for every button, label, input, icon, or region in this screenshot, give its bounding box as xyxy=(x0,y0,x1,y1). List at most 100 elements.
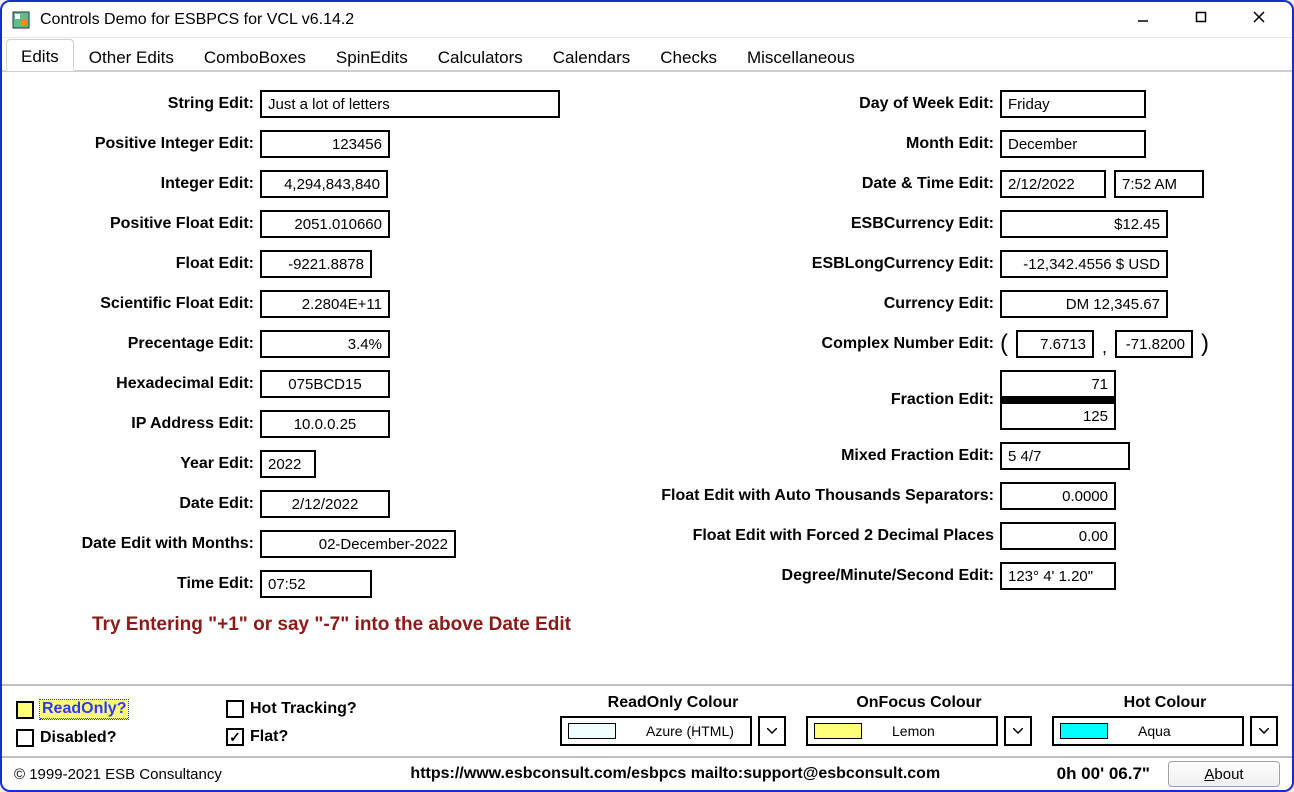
flat-label: Flat? xyxy=(250,728,288,746)
tab-calculators[interactable]: Calculators xyxy=(423,39,538,71)
readonly-checkbox[interactable] xyxy=(16,701,34,719)
hottracking-label: Hot Tracking? xyxy=(250,700,357,718)
esblongcurrency-edit[interactable]: -12,342.4556 $ USD xyxy=(1000,250,1168,278)
app-window: Controls Demo for ESBPCS for VCL v6.14.2… xyxy=(0,0,1294,792)
hot-colour-swatch xyxy=(1060,723,1108,739)
tab-comboboxes[interactable]: ComboBoxes xyxy=(189,39,321,71)
float-thousands-edit[interactable]: 0.0000 xyxy=(1000,482,1116,510)
label-int: Integer Edit: xyxy=(22,175,260,193)
label-pos-int: Positive Integer Edit: xyxy=(22,135,260,153)
label-float-thousands: Float Edit with Auto Thousands Separator… xyxy=(620,487,1000,505)
minimize-button[interactable] xyxy=(1114,2,1172,32)
label-dow: Day of Week Edit: xyxy=(620,95,1000,113)
hot-colour-value: Aqua xyxy=(1138,723,1171,739)
tab-edits[interactable]: Edits xyxy=(6,39,74,71)
tab-calendars[interactable]: Calendars xyxy=(538,39,646,71)
onfocus-colour-value: Lemon xyxy=(892,723,935,739)
label-pct: Precentage Edit: xyxy=(22,335,260,353)
footer-links[interactable]: https://www.esbconsult.com/esbpcs mailto… xyxy=(294,765,1057,783)
hex-edit[interactable]: 075BCD15 xyxy=(260,370,390,398)
hottracking-checkbox[interactable] xyxy=(226,700,244,718)
elapsed-timer: 0h 00' 06.7" xyxy=(1057,764,1150,784)
complex-real-edit[interactable]: 7.6713 xyxy=(1016,330,1094,358)
disabled-label: Disabled? xyxy=(40,729,116,747)
hot-colour-combo[interactable]: Aqua xyxy=(1052,716,1278,746)
readonly-colour-value: Azure (HTML) xyxy=(646,723,734,739)
tab-checks[interactable]: Checks xyxy=(645,39,732,71)
currency-edit[interactable]: DM 12,345.67 xyxy=(1000,290,1168,318)
copyright: © 1999-2021 ESB Consultancy xyxy=(14,766,294,783)
close-button[interactable] xyxy=(1230,2,1288,32)
maximize-button[interactable] xyxy=(1172,2,1230,32)
positive-float-edit[interactable]: 2051.010660 xyxy=(260,210,390,238)
label-hex: Hexadecimal Edit: xyxy=(22,375,260,393)
tab-spinedits[interactable]: SpinEdits xyxy=(321,39,423,71)
float-edit[interactable]: -9221.8878 xyxy=(260,250,372,278)
tab-other-edits[interactable]: Other Edits xyxy=(74,39,189,71)
close-paren: ) xyxy=(1201,330,1209,358)
string-edit[interactable]: Just a lot of letters xyxy=(260,90,560,118)
label-mixed-fraction: Mixed Fraction Edit: xyxy=(620,447,1000,465)
float-2dp-edit[interactable]: 0.00 xyxy=(1000,522,1116,550)
year-edit[interactable]: 2022 xyxy=(260,450,316,478)
window-title: Controls Demo for ESBPCS for VCL v6.14.2 xyxy=(40,11,1114,29)
window-controls xyxy=(1114,2,1288,37)
app-icon xyxy=(12,11,30,29)
label-sci: Scientific Float Edit: xyxy=(22,295,260,313)
day-of-week-edit[interactable]: Friday xyxy=(1000,90,1146,118)
label-year: Year Edit: xyxy=(22,455,260,473)
flat-checkbox[interactable]: ✓ xyxy=(226,728,244,746)
readonly-label: ReadOnly? xyxy=(40,700,128,719)
form-area: String Edit: Just a lot of letters Posit… xyxy=(2,72,1292,684)
label-float-2dp: Float Edit with Forced 2 Decimal Places xyxy=(620,527,1000,545)
tab-miscellaneous[interactable]: Miscellaneous xyxy=(732,39,870,71)
readonly-colour-swatch xyxy=(568,723,616,739)
label-currency: Currency Edit: xyxy=(620,295,1000,313)
label-datetime: Date & Time Edit: xyxy=(620,175,1000,193)
hot-colour-caption: Hot Colour xyxy=(1124,694,1207,712)
fraction-numerator-edit[interactable]: 71 xyxy=(1000,370,1116,398)
complex-imag-edit[interactable]: -71.8200 xyxy=(1115,330,1193,358)
label-ip: IP Address Edit: xyxy=(22,415,260,433)
label-time: Time Edit: xyxy=(22,575,260,593)
label-esblongcurrency: ESBLongCurrency Edit: xyxy=(620,255,1000,273)
onfocus-colour-swatch xyxy=(814,723,862,739)
datetime-date-edit[interactable]: 2/12/2022 xyxy=(1000,170,1106,198)
integer-edit[interactable]: 4,294,843,840 xyxy=(260,170,388,198)
percentage-edit[interactable]: 3.4% xyxy=(260,330,390,358)
disabled-checkbox[interactable] xyxy=(16,729,34,747)
month-edit[interactable]: December xyxy=(1000,130,1146,158)
onfocus-colour-dropdown[interactable] xyxy=(1004,716,1032,746)
tab-bar: Edits Other Edits ComboBoxes SpinEdits C… xyxy=(2,38,1292,72)
scientific-float-edit[interactable]: 2.2804E+11 xyxy=(260,290,390,318)
fraction-denominator-edit[interactable]: 125 xyxy=(1000,402,1116,430)
options-panel: ReadOnly? Disabled? Hot Tracking? ✓ Flat… xyxy=(2,684,1292,756)
positive-integer-edit[interactable]: 123456 xyxy=(260,130,390,158)
ip-edit[interactable]: 10.0.0.25 xyxy=(260,410,390,438)
readonly-colour-caption: ReadOnly Colour xyxy=(608,694,739,712)
titlebar: Controls Demo for ESBPCS for VCL v6.14.2 xyxy=(2,2,1292,38)
date-edit[interactable]: 2/12/2022 xyxy=(260,490,390,518)
mixed-fraction-edit[interactable]: 5 4/7 xyxy=(1000,442,1130,470)
date-months-edit[interactable]: 02-December-2022 xyxy=(260,530,456,558)
label-dms: Degree/Minute/Second Edit: xyxy=(620,567,1000,585)
datetime-time-edit[interactable]: 7:52 AM xyxy=(1114,170,1204,198)
label-date-months: Date Edit with Months: xyxy=(22,535,260,553)
label-pos-float: Positive Float Edit: xyxy=(22,215,260,233)
esbcurrency-edit[interactable]: $12.45 xyxy=(1000,210,1168,238)
onfocus-colour-caption: OnFocus Colour xyxy=(856,694,981,712)
label-fraction: Fraction Edit: xyxy=(620,391,1000,409)
hot-colour-dropdown[interactable] xyxy=(1250,716,1278,746)
label-string-edit: String Edit: xyxy=(22,95,260,113)
readonly-colour-combo[interactable]: Azure (HTML) xyxy=(560,716,786,746)
readonly-colour-dropdown[interactable] xyxy=(758,716,786,746)
label-complex: Complex Number Edit: xyxy=(620,335,1000,353)
about-button[interactable]: About xyxy=(1168,761,1280,787)
status-bar: © 1999-2021 ESB Consultancy https://www.… xyxy=(2,756,1292,790)
hint-text: Try Entering "+1" or say "-7" into the a… xyxy=(92,614,1272,636)
label-float: Float Edit: xyxy=(22,255,260,273)
comma: , xyxy=(1102,337,1107,358)
time-edit[interactable]: 07:52 xyxy=(260,570,372,598)
onfocus-colour-combo[interactable]: Lemon xyxy=(806,716,1032,746)
dms-edit[interactable]: 123° 4' 1.20" xyxy=(1000,562,1116,590)
